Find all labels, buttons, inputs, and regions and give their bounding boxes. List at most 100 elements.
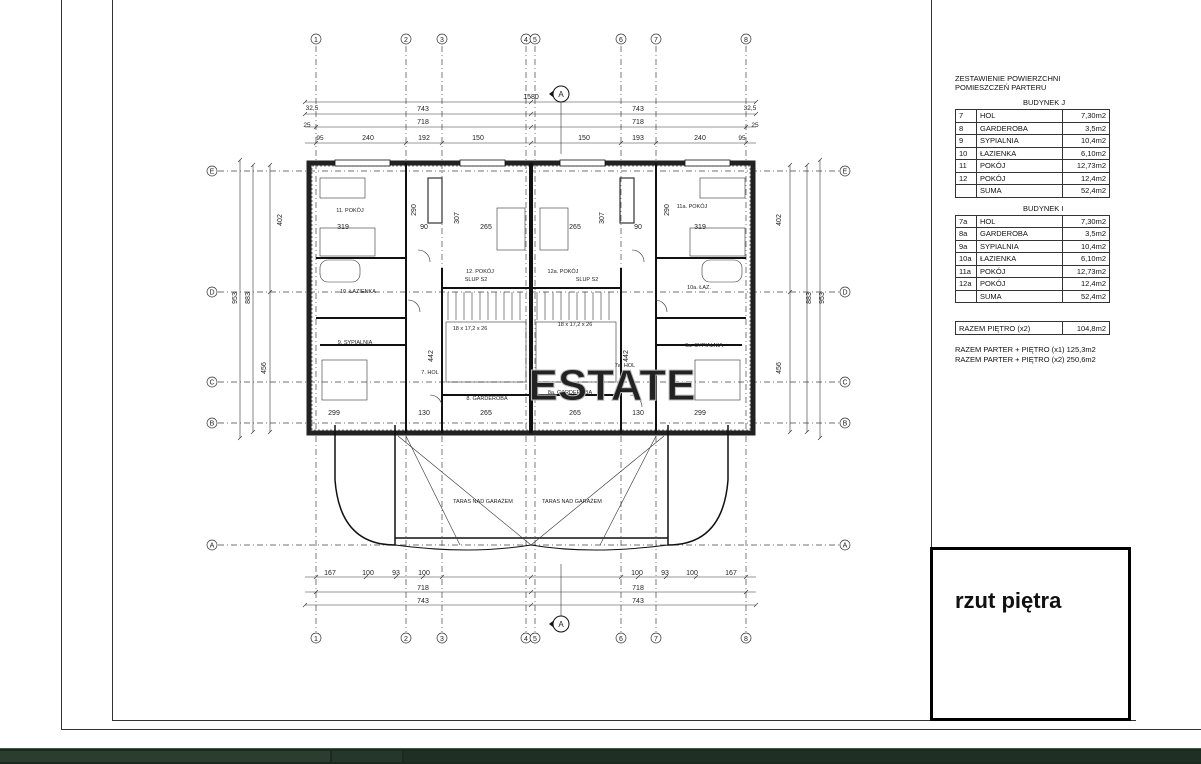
schedule-cell-area: 52,4m2: [1062, 184, 1110, 198]
dim-interior: 307: [454, 212, 461, 224]
dim-half-outer: 743: [417, 598, 429, 605]
axis-label-top: 8: [744, 37, 748, 44]
room-label: 12a. POKÓJ: [548, 268, 579, 275]
dim-room-width: 319: [337, 224, 349, 231]
axis-label-bottom: 6: [619, 636, 623, 643]
dim-small-end: 95: [738, 135, 746, 142]
bed: [694, 359, 741, 401]
schedule-cell-name: POKÓJ: [976, 264, 1063, 278]
dim-small-end: 25: [303, 122, 311, 129]
schedule-cell-no: 8: [955, 121, 977, 135]
schedule-row: 8a GARDEROBA 3,5m2: [955, 227, 1110, 241]
taskbar[interactable]: [0, 748, 1201, 764]
door-swing: [407, 299, 421, 313]
axis-label-left: C: [209, 380, 214, 387]
dim-small-end: 32,5: [744, 105, 757, 112]
dim-room-width: 130: [418, 410, 430, 417]
dim-small-end: 95: [316, 135, 324, 142]
dim-top-segment: 240: [694, 135, 706, 142]
wardrobe: [427, 177, 443, 224]
razem-area: 104,8m2: [1062, 321, 1110, 335]
axis-label-top: 6: [619, 37, 623, 44]
window: [334, 159, 391, 167]
dim-half-inner: 718: [417, 119, 429, 126]
axis-label-left: D: [209, 290, 214, 297]
dim-room-width: 299: [328, 410, 340, 417]
schedule-cell-name: SUMA: [976, 184, 1063, 198]
schedule-row: 7 HOL 7,30m2: [955, 109, 1110, 123]
dim-top-segment: 150: [472, 135, 484, 142]
schedule-cell-no: 11: [955, 159, 977, 173]
schedule-cell-area: 12,4m2: [1062, 171, 1110, 185]
schedule-row: SUMA 52,4m2: [955, 184, 1110, 198]
terrace-edge: [394, 544, 669, 551]
schedule-cell-name: POKÓJ: [976, 159, 1063, 173]
dim-bottom-segment: 167: [725, 570, 737, 577]
axis-label-bottom: 8: [744, 636, 748, 643]
bed: [496, 207, 526, 251]
dim-room-width: 130: [632, 410, 644, 417]
room-label: SLUP S2: [465, 277, 488, 283]
room-label: 9. SYPIALNIA: [338, 340, 373, 346]
axis-label-bottom: 7: [654, 636, 658, 643]
dim-bottom-segment: 93: [661, 570, 669, 577]
dim-bottom-segment: 167: [324, 570, 336, 577]
taskbar-segment[interactable]: [404, 751, 1201, 762]
terrace-slope-line: [530, 435, 665, 546]
schedule-cell-name: GARDEROBA: [976, 227, 1063, 241]
schedule-row: 10 ŁAZIENKA 6,10m2: [955, 146, 1110, 160]
room-label: 8. GARDEROBA: [466, 396, 508, 402]
door-swing: [417, 249, 431, 263]
axis-label-bottom: 4: [524, 636, 528, 643]
schedule-cell-area: 52,4m2: [1062, 289, 1110, 303]
schedule-cell-area: 7,30m2: [1062, 109, 1110, 123]
schedule-cell-name: POKÓJ: [976, 171, 1063, 185]
dim-small-end: 25: [751, 122, 759, 129]
door-swing: [631, 249, 645, 263]
terrace-slope-line: [599, 435, 657, 546]
room-label: 10a. ŁAZ.: [687, 285, 711, 291]
axis-label-top: 2: [404, 37, 408, 44]
section-marker-label: A: [558, 90, 564, 99]
drawing-title: rzut piętra: [955, 588, 1062, 613]
dim-right-vertical: 456: [776, 362, 783, 374]
room-label: 7. HOL: [421, 370, 438, 376]
schedule-cell-area: 7,30m2: [1062, 214, 1110, 228]
window: [459, 159, 506, 167]
room-label: 18 x 17,2 x 26: [558, 322, 593, 328]
building-j-table: 7 HOL 7,30m2 8 GARDEROBA 3,5m2 9 SYPIALNIA 10,4m…: [955, 109, 1110, 198]
bed: [539, 207, 569, 251]
room-label: 10. ŁAZIENKA: [340, 289, 376, 295]
dim-left-vertical: 883: [245, 292, 252, 304]
schedule-cell-no: 11a: [955, 264, 977, 278]
bed: [689, 227, 746, 257]
dim-left-vertical: 456: [261, 362, 268, 374]
schedule-cell-area: 3,5m2: [1062, 121, 1110, 135]
bed: [321, 359, 368, 401]
dim-interior: 290: [411, 204, 418, 216]
schedule-cell-name: SYPIALNIA: [976, 239, 1063, 253]
axis-label-right: E: [843, 169, 848, 176]
dim-room-width: 319: [694, 224, 706, 231]
title-box: rzut piętra: [930, 547, 1131, 721]
building-i-label: BUDYNEK I: [1023, 203, 1064, 213]
desk: [699, 177, 746, 199]
section-marker-label: A: [558, 620, 564, 629]
taskbar-segment[interactable]: [0, 751, 330, 762]
terrace-curve: [334, 425, 396, 546]
totals: RAZEM PARTER + PIĘTRO (x1) 125,3m2 RAZEM…: [955, 345, 1115, 365]
bed: [319, 227, 376, 257]
schedule-row: 12a POKÓJ 12,4m2: [955, 277, 1110, 291]
total-x2: RAZEM PARTER + PIĘTRO (x2) 250,6m2: [955, 355, 1096, 365]
schedule-row: SUMA 52,4m2: [955, 289, 1110, 303]
schedule-row: 11 POKÓJ 12,73m2: [955, 159, 1110, 173]
schedule-cell-area: 10,4m2: [1062, 239, 1110, 253]
taskbar-segment[interactable]: [332, 751, 402, 762]
schedule-row: 12 POKÓJ 12,4m2: [955, 171, 1110, 185]
schedule-cell-no: 8a: [955, 227, 977, 241]
axis-label-bottom: 3: [440, 636, 444, 643]
schedule-cell-no: 10a: [955, 252, 977, 266]
dim-room-width: 299: [694, 410, 706, 417]
schedule-cell-name: ŁAZIENKA: [976, 146, 1063, 160]
axis-label-top: 7: [654, 37, 658, 44]
